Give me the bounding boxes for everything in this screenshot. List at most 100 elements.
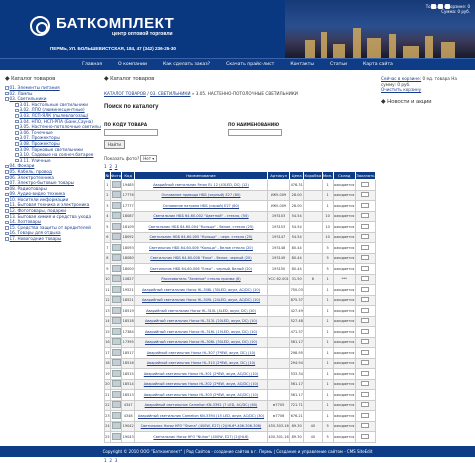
expand-icon[interactable]	[15, 125, 19, 129]
cell-name[interactable]: Аварийный светильник Horoz HL-313L (20LE…	[134, 315, 268, 327]
cell-order[interactable]	[354, 231, 377, 243]
nav-download-price[interactable]: Скачать прайс-лист	[218, 62, 282, 67]
cell-order[interactable]	[354, 347, 377, 359]
nav-about[interactable]: О компании	[110, 62, 155, 67]
cell-order[interactable]	[354, 399, 377, 411]
expand-icon[interactable]	[5, 186, 9, 191]
quantity-input[interactable]	[361, 339, 370, 345]
cell-order[interactable]	[354, 368, 377, 380]
cell-name[interactable]: Светильник НББ 64-60-006 "Елка" - черный…	[134, 263, 268, 275]
photo-icon[interactable]	[111, 432, 121, 440]
cell-name[interactable]: Светильник НББ 64-60-002 "Цветной" - сте…	[134, 210, 268, 222]
cell-name[interactable]: Аварийный светильник Horoz HL-308L (30LE…	[134, 284, 268, 296]
product-link[interactable]: Светильник НББ 64-60-006 "Елка" - черный…	[150, 267, 252, 271]
quantity-input[interactable]	[361, 181, 370, 187]
page-link[interactable]: 3	[115, 458, 118, 463]
quantity-input[interactable]	[361, 423, 370, 429]
product-link[interactable]: Светильник НББ 64-60-006 "Кольцо" - бело…	[149, 246, 253, 250]
photo-icon[interactable]	[111, 390, 121, 398]
catalog-link[interactable]: 3.02. ЛПО (люминесцентные)	[20, 107, 85, 112]
product-link[interactable]: Светильник НББ 64-60-006 "Елка" - белое,…	[150, 256, 251, 260]
catalog-link[interactable]: 09. Аудио-видео техника	[10, 191, 66, 196]
cell-name[interactable]: Аварийный светильник Horoz HL-316L (15LE…	[134, 326, 268, 338]
photo-icon[interactable]	[111, 180, 121, 188]
expand-icon[interactable]	[15, 147, 19, 152]
catalog-link[interactable]: 3.08. Прожекторы	[20, 141, 60, 146]
page-link[interactable]: 3	[115, 164, 118, 169]
expand-icon[interactable]	[5, 220, 9, 224]
quantity-input[interactable]	[361, 286, 370, 292]
cell-order[interactable]	[354, 221, 377, 233]
catalog-link[interactable]: 13. Бытовая химия и средства ухода	[10, 214, 92, 219]
photo-icon[interactable]	[111, 222, 121, 230]
catalog-link[interactable]: 3.07. Прожекторы	[20, 135, 60, 140]
catalog-link[interactable]: 3.03. ЛСП-ЯЛК (пылевлагозащ)	[20, 113, 89, 118]
cell-order[interactable]	[354, 263, 377, 275]
cell-name[interactable]: Аварийный светильник Horoz HL-301 (2*8W,…	[134, 368, 268, 380]
quantity-input[interactable]	[361, 402, 370, 408]
breadcrumb-catalog[interactable]: КАТАЛОГ ТОВАРОВ	[104, 91, 146, 96]
expand-icon[interactable]	[5, 198, 9, 202]
catalog-link[interactable]: 3.04. НПО, НСП-РПА (Банк,Сауна)	[20, 119, 93, 124]
catalog-link[interactable]: 3.11. Уличные	[20, 158, 51, 163]
photo-icon[interactable]	[111, 327, 121, 335]
expand-icon[interactable]	[15, 108, 19, 113]
quantity-input[interactable]	[361, 265, 370, 271]
expand-icon[interactable]	[5, 231, 9, 236]
expand-icon[interactable]	[5, 181, 9, 185]
photo-icon[interactable]	[111, 254, 121, 262]
expand-icon[interactable]	[15, 158, 19, 163]
quantity-input[interactable]	[361, 370, 370, 376]
photo-icon[interactable]	[111, 233, 121, 241]
product-link[interactable]: Аварийный светильник Horoz HL-308L (30LE…	[142, 288, 260, 292]
product-link[interactable]: Аварийный светильник Feron EL 12 (43LED,…	[153, 183, 249, 187]
cell-order[interactable]	[354, 210, 377, 222]
photo-icon[interactable]	[111, 348, 121, 356]
nav-home[interactable]: Главная	[74, 62, 110, 67]
photo-icon[interactable]	[111, 191, 121, 199]
product-link[interactable]: Аварийный светильник Horoz HL-303 (2*8W,…	[144, 393, 258, 397]
photo-icon[interactable]	[111, 243, 121, 251]
photo-icon[interactable]	[111, 212, 121, 220]
cell-order[interactable]	[354, 336, 377, 348]
quantity-input[interactable]	[361, 433, 370, 439]
product-link[interactable]: Светильник НББ 64-60-005 "Кольцо" - черн…	[150, 235, 253, 239]
cell-name[interactable]: Светильник Horoz HFO "Sisma" (400W, E27)…	[134, 420, 268, 432]
photo-icon[interactable]	[111, 401, 121, 409]
photo-icon[interactable]	[111, 317, 121, 325]
product-link[interactable]: Аварийный светильник Horoz HL-302 (2*8W,…	[144, 382, 258, 386]
quantity-input[interactable]	[361, 213, 370, 219]
catalog-link[interactable]: 10. Носители информации	[10, 197, 69, 202]
cell-name[interactable]: Аварийный светильник Camelion KN-3392 (7…	[134, 399, 268, 411]
expand-icon[interactable]	[5, 97, 9, 101]
catalog-link[interactable]: 06. Электротехника	[10, 175, 54, 180]
expand-icon[interactable]	[5, 226, 9, 230]
expand-icon[interactable]	[5, 86, 9, 90]
quantity-input[interactable]	[361, 255, 370, 261]
cell-name[interactable]: Светильник НББ 64-60-005 "Кольцо" - черн…	[134, 231, 268, 243]
catalog-link[interactable]: 16. Товары для отдыха	[10, 230, 61, 235]
expand-icon[interactable]	[5, 91, 9, 96]
nav-contacts[interactable]: Контакты	[282, 62, 322, 67]
cell-name[interactable]: Аварийный светильник Horoz HL-309L (24LE…	[134, 294, 268, 306]
expand-icon[interactable]	[5, 203, 9, 208]
cell-order[interactable]	[354, 389, 377, 401]
expand-icon[interactable]	[15, 136, 19, 141]
cell-name[interactable]: Аварийный светильник Horoz HL-306L (30LE…	[134, 336, 268, 348]
cell-order[interactable]	[354, 420, 377, 432]
product-link[interactable]: Аварийный светильник Horoz HL-316L (15LE…	[145, 330, 257, 334]
quantity-input[interactable]	[361, 381, 370, 387]
quantity-input[interactable]	[361, 328, 370, 334]
name-input[interactable]	[228, 129, 282, 136]
cell-name[interactable]: Светильник НББ 64-60-004 "Кольцо" - бело…	[134, 221, 268, 233]
quantity-input[interactable]	[361, 307, 370, 313]
page-link[interactable]: 2	[109, 458, 112, 463]
photo-icon[interactable]	[111, 380, 121, 388]
quantity-input[interactable]	[361, 192, 370, 198]
catalog-link[interactable]: 11. Бытовая техника и электроника	[10, 202, 90, 207]
expand-icon[interactable]	[5, 214, 9, 219]
cell-order[interactable]	[354, 273, 377, 285]
product-link[interactable]: Аварийный светильник Horoz HL-310 (2*8W,…	[147, 361, 255, 365]
cell-order[interactable]	[354, 357, 377, 369]
expand-icon[interactable]	[5, 237, 9, 241]
